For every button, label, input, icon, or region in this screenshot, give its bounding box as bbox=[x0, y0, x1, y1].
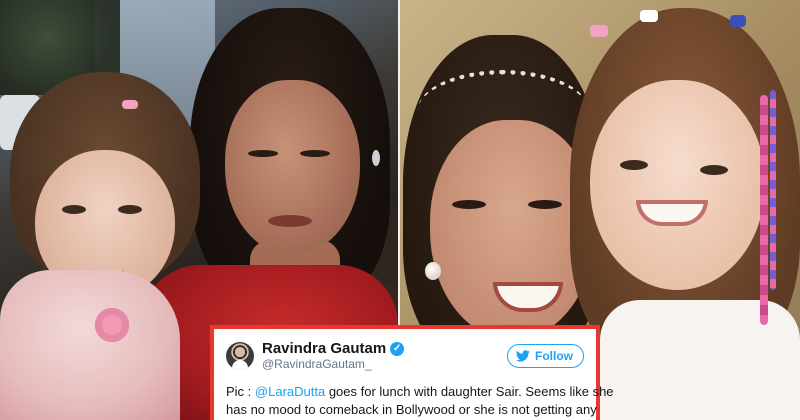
girl-eye bbox=[62, 205, 86, 214]
girl-face bbox=[590, 80, 765, 290]
woman-eye bbox=[248, 150, 278, 157]
girl-colored-braid bbox=[770, 90, 776, 290]
girl-eye bbox=[118, 205, 142, 214]
woman-lips bbox=[268, 215, 312, 227]
tweet-card: Ravindra Gautam ✓ @RavindraGautam_ Follo… bbox=[210, 325, 614, 420]
tweet-prefix: Pic : bbox=[226, 384, 255, 399]
tweet-line-2: has no mood to comeback in Bollywood or … bbox=[226, 402, 597, 417]
woman-pearl-earring bbox=[425, 262, 441, 280]
tweet-line-1: Pic : @LaraDutta goes for lunch with dau… bbox=[226, 383, 614, 401]
woman-eye bbox=[300, 150, 330, 157]
tweet-body: Pic : @LaraDutta goes for lunch with dau… bbox=[226, 383, 614, 419]
verified-badge-icon: ✓ bbox=[390, 342, 405, 357]
woman-headband bbox=[418, 70, 588, 150]
follow-button[interactable]: Follow bbox=[507, 344, 584, 368]
user-names: Ravindra Gautam ✓ @RavindraGautam_ bbox=[262, 340, 507, 371]
user-display-name[interactable]: Ravindra Gautam bbox=[262, 340, 386, 357]
girl-hair-clip bbox=[730, 15, 746, 27]
twitter-bird-icon bbox=[516, 350, 530, 362]
woman-eye bbox=[452, 200, 486, 209]
girl-pink-dress bbox=[0, 270, 180, 420]
woman-face bbox=[225, 80, 360, 255]
tweet-header: Ravindra Gautam ✓ @RavindraGautam_ Follo… bbox=[226, 337, 584, 375]
girl-dress-flower bbox=[92, 305, 132, 345]
girl-hair-clip bbox=[590, 25, 608, 37]
girl-eye bbox=[620, 160, 648, 170]
mention-link[interactable]: @LaraDutta bbox=[255, 384, 325, 399]
girl-hair-clip bbox=[640, 10, 658, 22]
girl-white-shirt bbox=[600, 300, 800, 420]
woman-earring bbox=[372, 150, 380, 166]
girl-colored-braid bbox=[760, 95, 768, 325]
tweet-line-1-rest: goes for lunch with daughter Sair. Seems… bbox=[325, 384, 614, 399]
user-handle[interactable]: @RavindraGautam_ bbox=[262, 357, 507, 372]
profile-photo[interactable] bbox=[226, 342, 254, 370]
woman-eye bbox=[528, 200, 562, 209]
follow-label: Follow bbox=[535, 349, 573, 363]
name-line: Ravindra Gautam ✓ bbox=[262, 340, 507, 357]
girl-eye bbox=[700, 165, 728, 175]
girl-hair-clip bbox=[122, 100, 138, 109]
